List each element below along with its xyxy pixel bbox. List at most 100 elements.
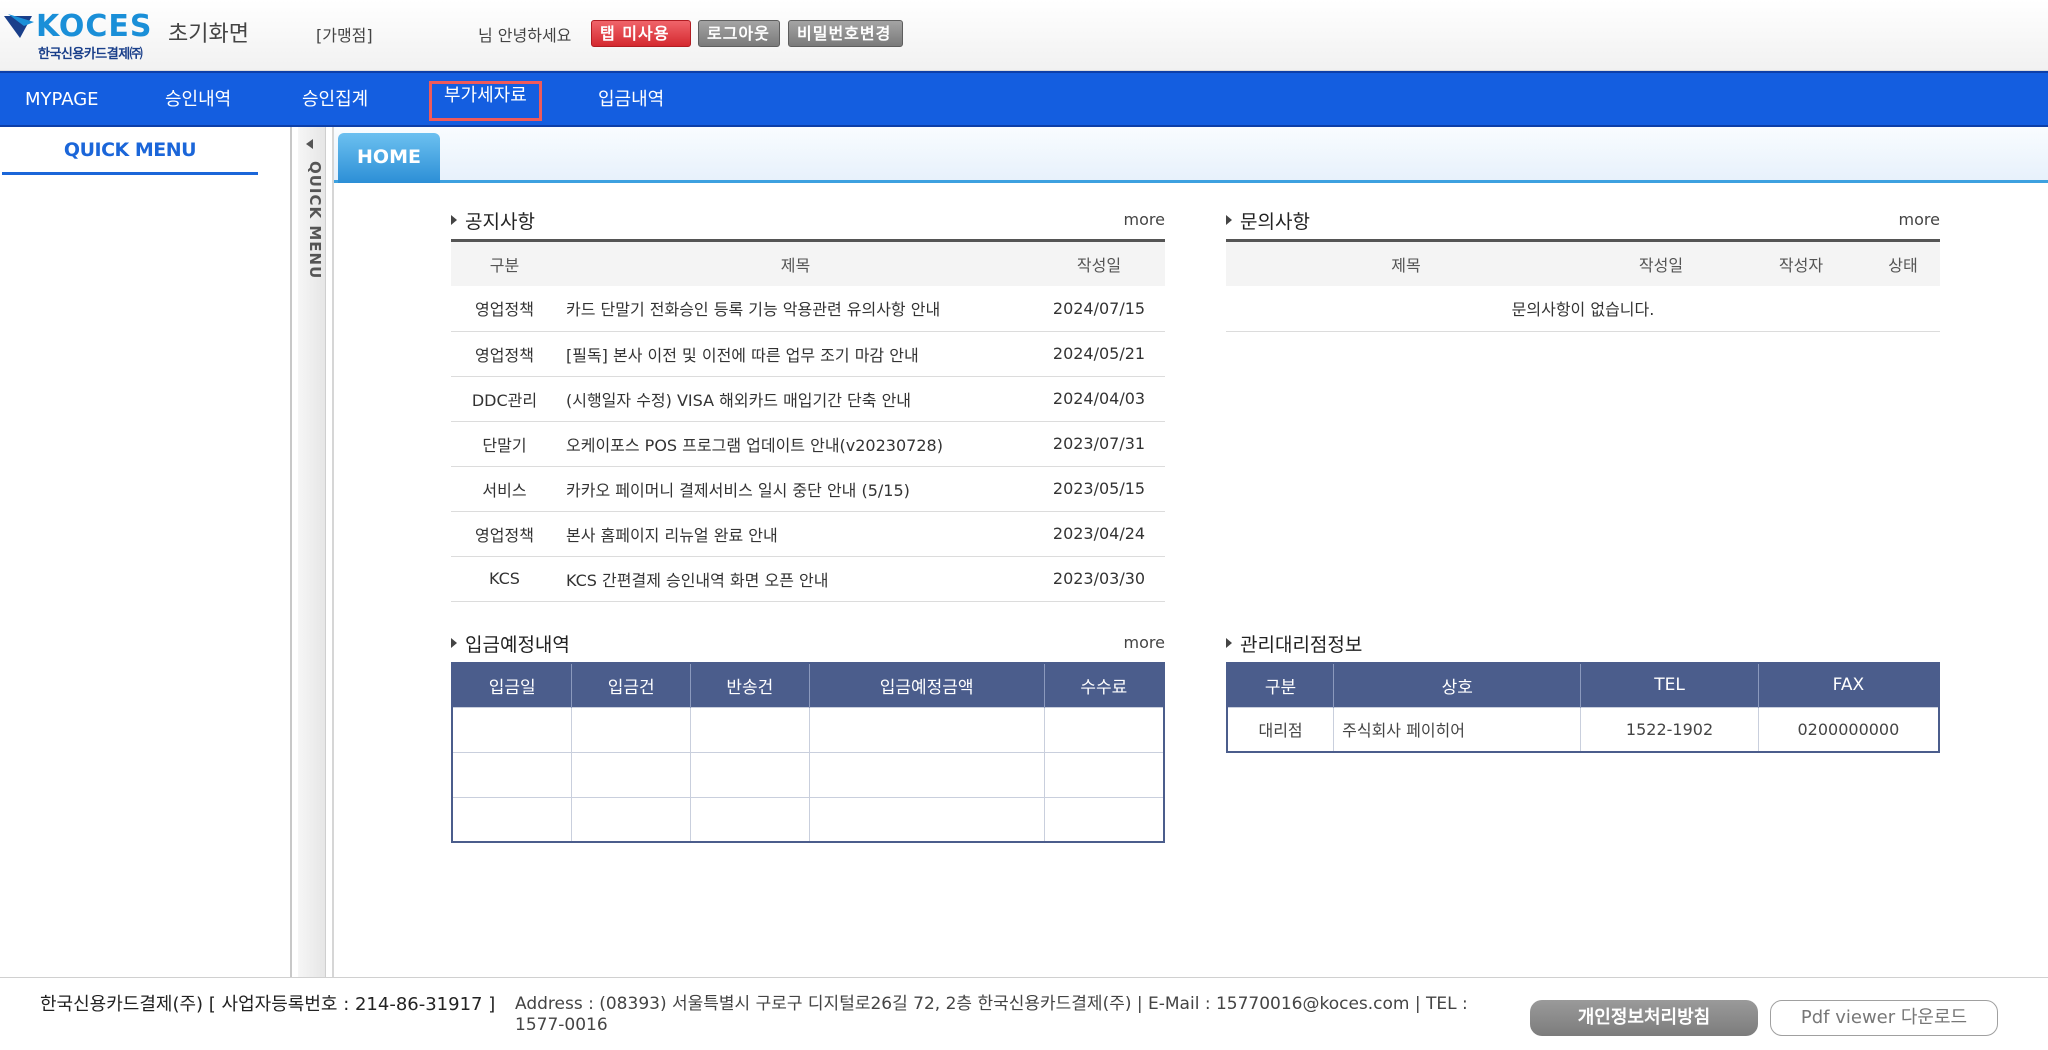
table-cell <box>690 751 810 798</box>
nav-item-approval-summary[interactable]: 승인집계 <box>302 85 368 115</box>
bullet-icon <box>1226 215 1232 225</box>
quick-menu-toggle[interactable]: QUICK MENU <box>298 127 326 977</box>
notice-title-link[interactable]: 본사 홈페이지 리뉴얼 완료 안내 <box>558 511 1033 557</box>
table-row[interactable]: 서비스 카카오 페이머니 결제서비스 일시 중단 안내 (5/15) 2023/… <box>451 466 1165 512</box>
collapse-arrow-icon[interactable] <box>306 139 313 149</box>
deposit-title: 입금예정내역 <box>465 634 570 656</box>
agency-name: 주식회사 페이히어 <box>1333 706 1582 753</box>
merchant-label: [가맹점] <box>316 26 373 45</box>
column-header: 제목 <box>1226 242 1586 286</box>
table-cell <box>1043 796 1165 843</box>
inquiry-table: 제목 작성일 작성자 상태 문의사항이 없습니다. <box>1226 242 1940 332</box>
notice-date: 2023/04/24 <box>1033 511 1165 557</box>
privacy-policy-button[interactable]: 개인정보처리방침 <box>1530 1000 1758 1036</box>
notice-title-link[interactable]: 오케이포스 POS 프로그램 업데이트 안내(v20230728) <box>558 421 1033 467</box>
notice-date: 2024/05/21 <box>1033 331 1165 377</box>
table-cell <box>451 706 573 753</box>
change-password-button[interactable]: 비밀번호변경 <box>788 20 903 47</box>
table-cell <box>690 796 810 843</box>
quick-menu-title: QUICK MENU <box>2 135 258 175</box>
column-header: 상호 <box>1333 663 1582 707</box>
table-cell <box>808 796 1045 843</box>
column-header: 제목 <box>558 242 1033 286</box>
nav-item-vat-data[interactable]: 부가세자료 <box>429 81 542 121</box>
bullet-icon <box>451 215 457 225</box>
top-header: KOCES 한국신용카드결제㈜ 초기화면 [가맹점] 님 안녕하세요 탭 미사용… <box>0 0 2048 71</box>
nav-item-mypage[interactable]: MYPAGE <box>25 85 99 115</box>
table-cell <box>808 706 1045 753</box>
table-row[interactable]: 단말기 오케이포스 POS 프로그램 업데이트 안내(v20230728) 20… <box>451 421 1165 467</box>
notice-more-link[interactable]: more <box>1124 210 1165 229</box>
column-header: FAX <box>1758 663 1940 707</box>
agency-tel: 1522-1902 <box>1580 706 1759 753</box>
table-row[interactable]: 영업정책 카드 단말기 전화승인 등록 기능 악용관련 유의사항 안내 2024… <box>451 286 1165 332</box>
logout-button[interactable]: 로그아웃 <box>698 20 780 47</box>
table-cell <box>451 796 573 843</box>
table-row[interactable]: KCS KCS 간편결제 승인내역 화면 오픈 안내 2023/03/30 <box>451 556 1165 602</box>
notice-title-link[interactable]: 카드 단말기 전화승인 등록 기능 악용관련 유의사항 안내 <box>558 286 1033 332</box>
column-header: 작성일 <box>1586 242 1736 286</box>
column-header: 구분 <box>451 242 558 286</box>
notice-category: 영업정책 <box>451 286 558 332</box>
logo-subtext: 한국신용카드결제㈜ <box>38 47 143 62</box>
notice-date: 2023/03/30 <box>1033 556 1165 602</box>
inquiry-title: 문의사항 <box>1240 211 1310 233</box>
notice-category: 단말기 <box>451 421 558 467</box>
column-header: 구분 <box>1227 663 1335 707</box>
tab-home[interactable]: HOME <box>338 133 440 183</box>
deposit-panel: 입금예정내역 more 입금일 입금건 반송건 입금예정금액 수수료 <box>451 630 1165 850</box>
tab-strip: HOME <box>334 127 2048 183</box>
notice-date: 2023/07/31 <box>1033 421 1165 467</box>
column-header: 입금예정금액 <box>809 663 1045 707</box>
notice-title-link[interactable]: 카카오 페이머니 결제서비스 일시 중단 안내 (5/15) <box>558 466 1033 512</box>
table-row[interactable]: DDC관리 (시행일자 수정) VISA 해외카드 매입기간 단축 안내 202… <box>451 376 1165 422</box>
footer-address: Address : (08393) 서울특별시 구로구 디지털로26길 72, … <box>515 994 1468 1035</box>
column-header: 입금건 <box>571 663 692 707</box>
notice-title-link[interactable]: [필독] 본사 이전 및 이전에 따른 업무 조기 마감 안내 <box>558 331 1033 377</box>
notice-date: 2023/05/15 <box>1033 466 1165 512</box>
column-header: 수수료 <box>1044 663 1165 707</box>
bullet-icon <box>1226 638 1232 648</box>
column-header: 상태 <box>1866 242 1940 286</box>
notice-date: 2024/04/03 <box>1033 376 1165 422</box>
table-row: 문의사항이 없습니다. <box>1226 286 1940 332</box>
table-header-row: 제목 작성일 작성자 상태 <box>1226 242 1940 286</box>
greeting-text: 님 안녕하세요 <box>478 26 572 45</box>
table-row <box>451 706 1165 753</box>
table-cell <box>451 751 573 798</box>
column-header: 반송건 <box>690 663 810 707</box>
logo-text: KOCES <box>36 9 153 44</box>
main-nav: MYPAGE 승인내역 승인집계 부가세자료 입금내역 <box>0 71 2048 127</box>
table-row: 대리점 주식회사 페이히어 1522-1902 0200000000 <box>1226 706 1940 753</box>
table-row <box>451 751 1165 798</box>
table-header-row: 구분 제목 작성일 <box>451 242 1165 286</box>
notice-title-link[interactable]: (시행일자 수정) VISA 해외카드 매입기간 단축 안내 <box>558 376 1033 422</box>
koces-logo[interactable]: KOCES 한국신용카드결제㈜ <box>2 9 162 62</box>
table-row[interactable]: 영업정책 본사 홈페이지 리뉴얼 완료 안내 2023/04/24 <box>451 511 1165 557</box>
notice-table: 구분 제목 작성일 영업정책 카드 단말기 전화승인 등록 기능 악용관련 유의… <box>451 242 1165 602</box>
main-content: HOME 공지사항 more 구분 제목 작성일 영업정책 카드 단말기 전화승… <box>332 127 2048 977</box>
quick-menu-panel: QUICK MENU <box>0 127 292 977</box>
notice-category: 영업정책 <box>451 511 558 557</box>
agency-fax: 0200000000 <box>1757 706 1940 753</box>
quick-menu-tab-label: QUICK MENU <box>306 161 324 280</box>
nav-item-deposit-history[interactable]: 입금내역 <box>598 85 664 115</box>
tab-off-button[interactable]: 탭 미사용 <box>591 20 691 47</box>
table-row[interactable]: 영업정책 [필독] 본사 이전 및 이전에 따른 업무 조기 마감 안내 202… <box>451 331 1165 377</box>
inquiry-panel: 문의사항 more 제목 작성일 작성자 상태 문의사항이 없습니다. <box>1226 207 1940 337</box>
empty-message: 문의사항이 없습니다. <box>1226 286 1940 332</box>
inquiry-more-link[interactable]: more <box>1899 210 1940 229</box>
agency-table: 구분 상호 TEL FAX 대리점 주식회사 페이히어 1522-1902 02… <box>1226 662 1940 753</box>
notice-category: KCS <box>451 556 558 602</box>
notice-title-link[interactable]: KCS 간편결제 승인내역 화면 오픈 안내 <box>558 556 1033 602</box>
nav-item-approval-history[interactable]: 승인내역 <box>165 85 231 115</box>
bullet-icon <box>451 638 457 648</box>
agency-title: 관리대리점정보 <box>1240 634 1363 656</box>
pdf-viewer-download-button[interactable]: Pdf viewer 다운로드 <box>1770 1000 1998 1036</box>
notice-category: 서비스 <box>451 466 558 512</box>
agency-panel: 관리대리점정보 구분 상호 TEL FAX 대리점 주식회사 페이히어 1522… <box>1226 630 1940 760</box>
column-header: 작성일 <box>1033 242 1165 286</box>
deposit-more-link[interactable]: more <box>1124 633 1165 652</box>
table-header-row: 구분 상호 TEL FAX <box>1227 663 1940 707</box>
deposit-table: 입금일 입금건 반송건 입금예정금액 수수료 <box>451 662 1165 843</box>
